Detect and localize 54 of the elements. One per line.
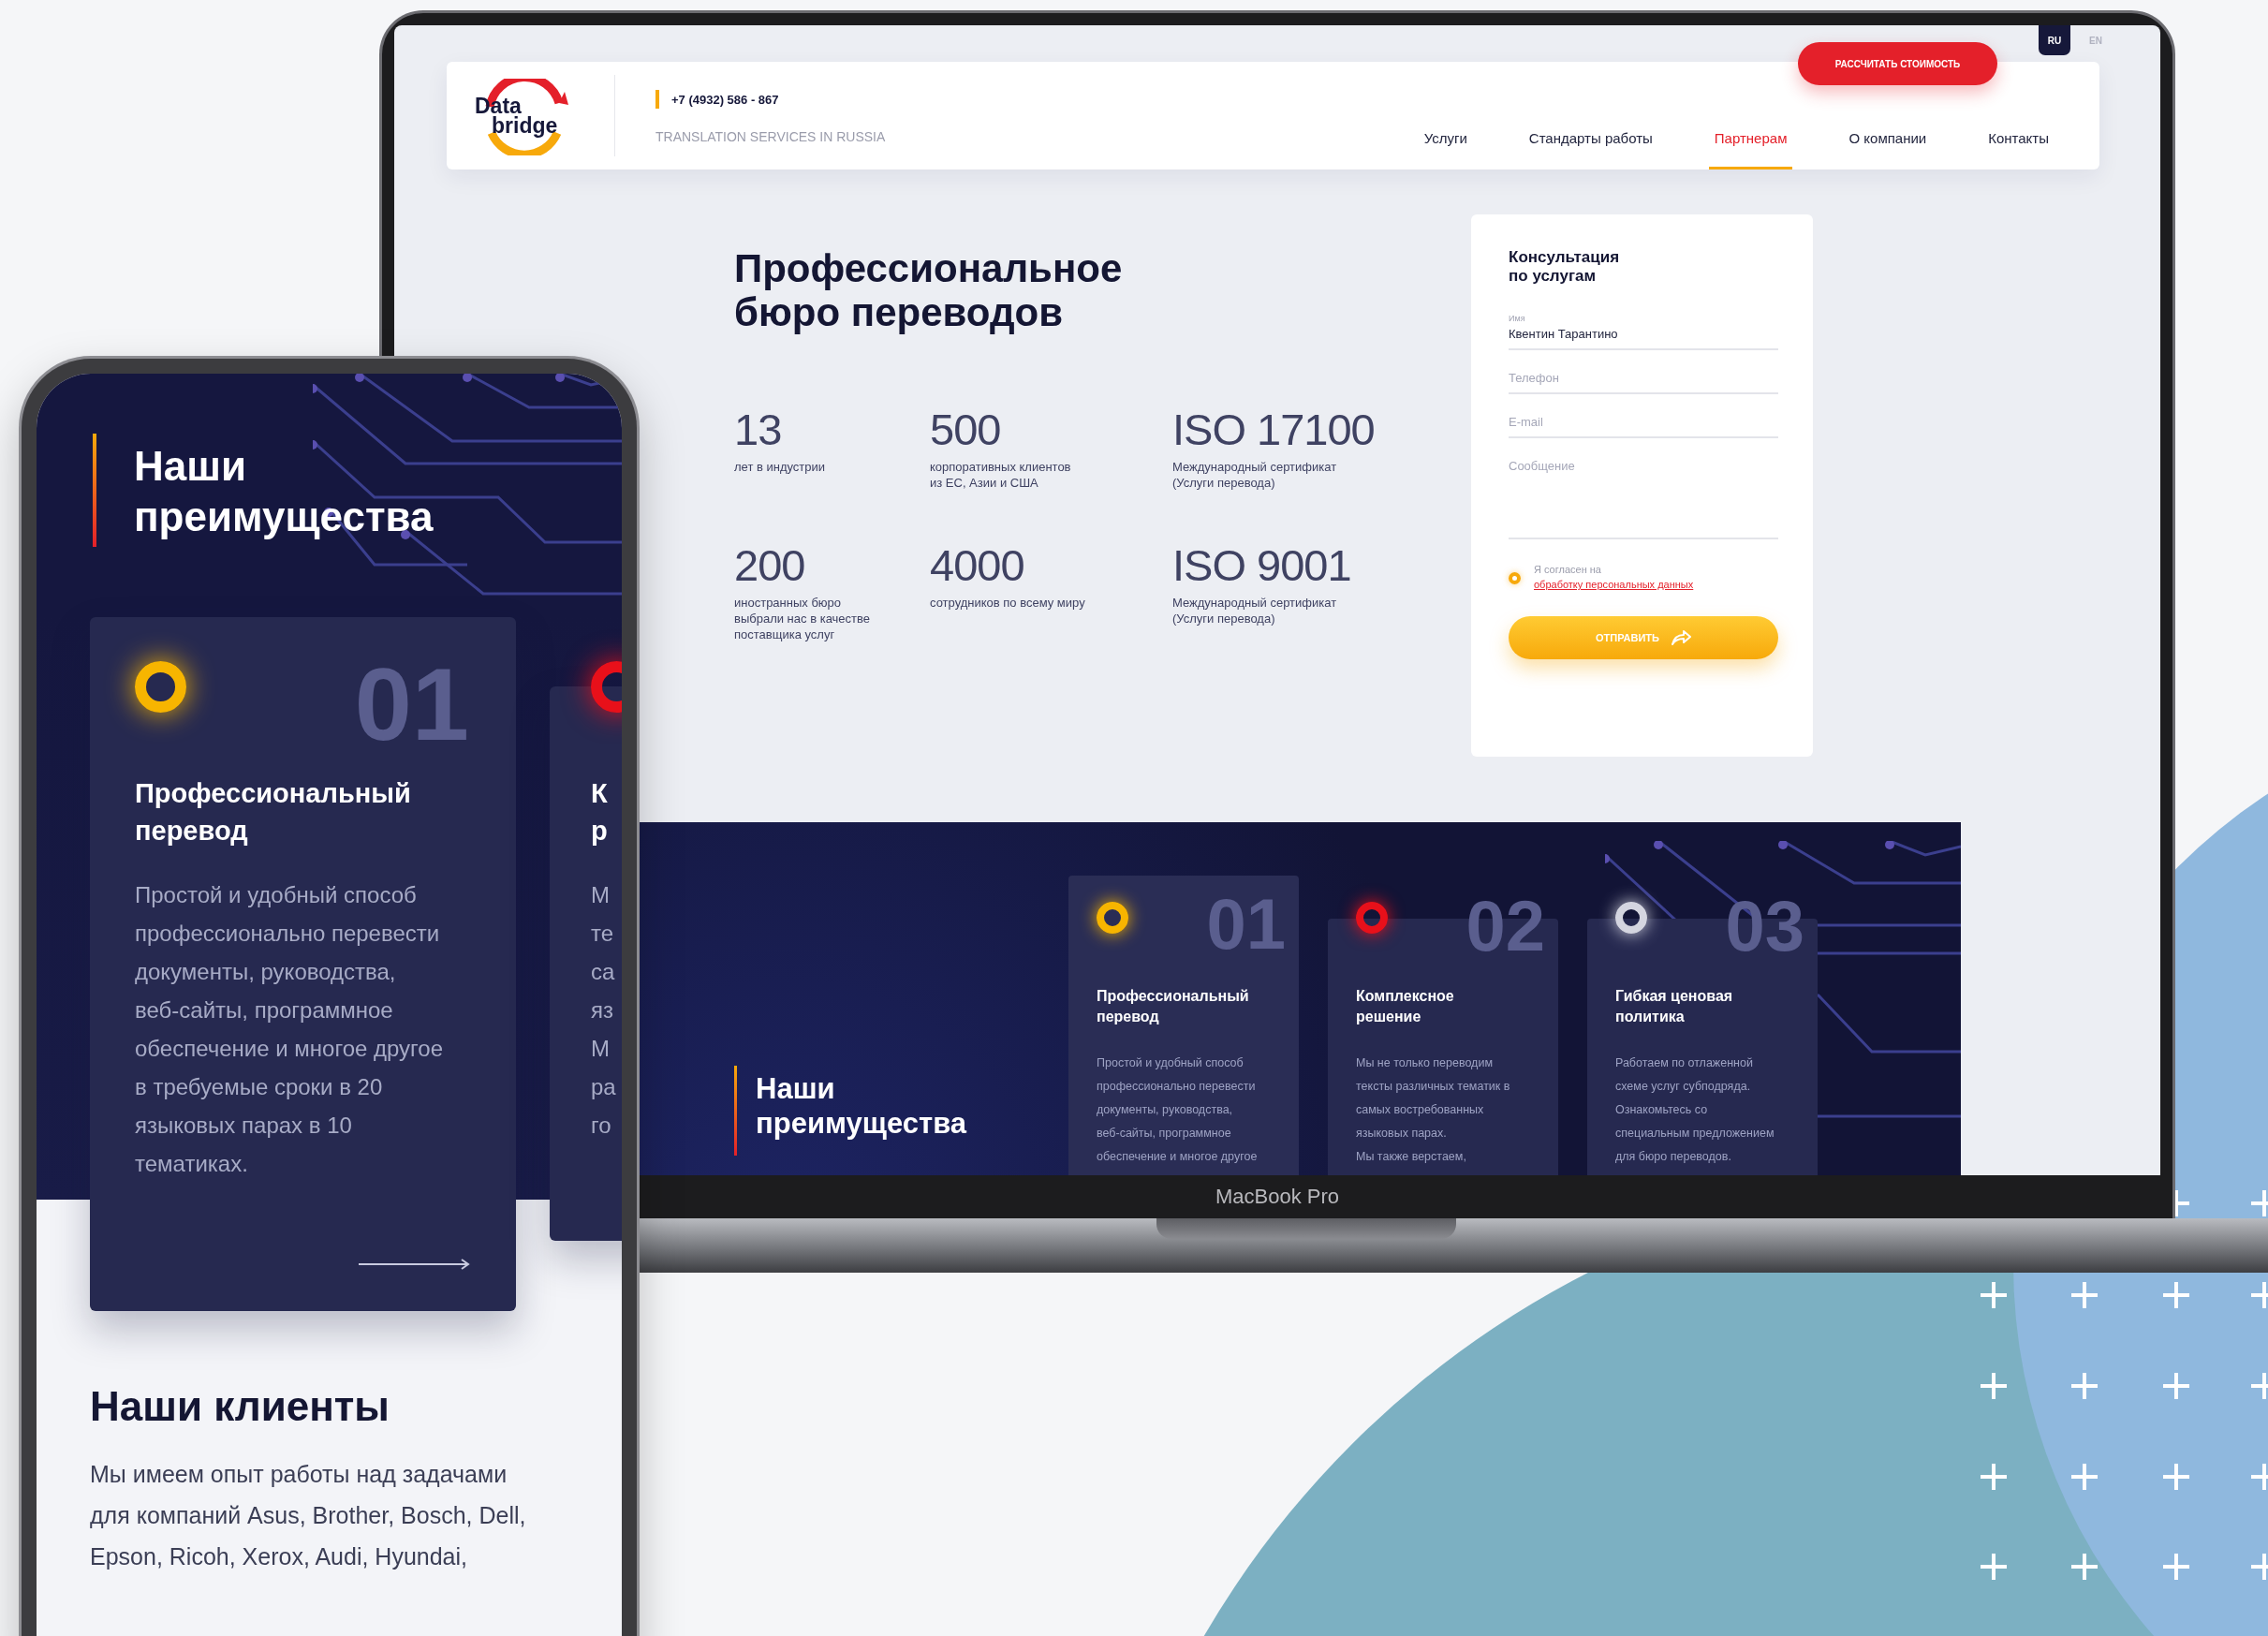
card-title: Гибкая ценовая политика — [1615, 987, 1734, 1026]
language-option[interactable]: RU — [2039, 25, 2070, 55]
clients-text: Мы имеем опыт работы над задачами для компаний Asus, Brother, Bosch, Dell, Epson, Ricoh, Xerox, Audi, Hyundai, — [90, 1460, 527, 1571]
consent-radio[interactable] — [1509, 571, 1521, 584]
section-title: Наши клиенты — [90, 1382, 390, 1431]
stat-caption: сотрудников по всему миру — [930, 595, 1086, 611]
section-title: Наши преимущества — [756, 1071, 968, 1142]
nav-link[interactable]: Контакты — [1982, 130, 2054, 169]
stat-value: 13 — [734, 404, 783, 456]
text-input[interactable]: E-mail — [1509, 411, 1778, 438]
accent-bar — [655, 90, 659, 109]
card-text: Простой и удобный способ профессионально перевести документы, руководства, веб-сайты, программное обеспечение и многое другое в требуемые сроки в 20 языковых парах в 10 тематиках. — [135, 881, 444, 1178]
calculate-cost-button[interactable]: РАССЧИТАТЬ СТОИМОСТЬ — [1798, 42, 1997, 85]
message-textarea[interactable]: Сообщение — [1509, 455, 1778, 539]
nav-link[interactable]: О компании — [1843, 130, 1933, 169]
card-number: 01 — [354, 653, 469, 756]
logo-text: Data bridge — [475, 96, 558, 136]
card-text: Работаем по отлаженной схеме услуг субподряда. Ознакомьтесь со специальным предложением для бюро переводов. — [1615, 1055, 1775, 1165]
stat-value: 500 — [930, 404, 1002, 456]
stat-value: 4000 — [930, 539, 1025, 592]
stat-caption: лет в индустрии — [734, 459, 827, 475]
model-label: MacBook Pro — [1215, 1185, 1340, 1209]
card-title: Профессиональный перевод — [135, 777, 412, 847]
form-title: Консультация по услугам — [1509, 248, 1621, 286]
stat-caption: корпоративных клиентов из ЕС, Азии и США — [930, 459, 1072, 491]
nav-link[interactable]: Партнерам — [1708, 130, 1793, 169]
tagline: TRANSLATION SERVICES IN RUSSIA — [655, 129, 886, 144]
phone-number: +7 (4932) 586 - 867 — [671, 92, 779, 107]
card-title: К р — [591, 777, 609, 847]
field-label: Имя — [1509, 314, 1526, 323]
arrow-icon — [359, 1259, 471, 1270]
name-input[interactable]: Квентин Тарантино — [1509, 323, 1778, 350]
text-input[interactable]: Телефон — [1509, 367, 1778, 394]
card-title: Комплексное решение — [1356, 987, 1455, 1026]
card-title: Профессиональный перевод — [1097, 987, 1246, 1026]
consent-label: Я согласен на — [1534, 564, 1602, 575]
privacy-link[interactable]: обработку персональных данных — [1534, 579, 1694, 590]
stat-caption: Международный сертификат (Услуги перевода) — [1172, 459, 1338, 491]
card-text: Мы не только переводим тексты различных тематик в самых востребованных языковых парах. Мы также верстаем, — [1356, 1055, 1511, 1165]
nav-link[interactable]: Стандарты работы — [1523, 130, 1658, 169]
stat-value: ISO 17100 — [1172, 404, 1376, 456]
card-text: М те са яз М ра го — [591, 881, 617, 1140]
card-text: Простой и удобный способ профессионально перевести документы, руководства, веб-сайты, программное обеспечение и многое другое — [1097, 1055, 1259, 1165]
stat-caption: иностранных бюро выбрали нас в качестве поставщика услуг — [734, 595, 872, 642]
card-number: 01 — [1206, 887, 1286, 962]
hero-title: Профессиональное бюро переводов — [734, 246, 1124, 334]
section-title: Наши преимущества — [134, 442, 434, 541]
stat-caption: Международный сертификат (Услуги перевода) — [1172, 595, 1338, 626]
card-number: 02 — [1465, 889, 1545, 964]
share-arrow-icon — [1671, 629, 1691, 646]
nav-link[interactable]: Услуги — [1418, 130, 1473, 169]
stat-value: ISO 9001 — [1172, 539, 1352, 592]
card-number: 03 — [1725, 889, 1804, 964]
stat-value: 200 — [734, 539, 806, 592]
